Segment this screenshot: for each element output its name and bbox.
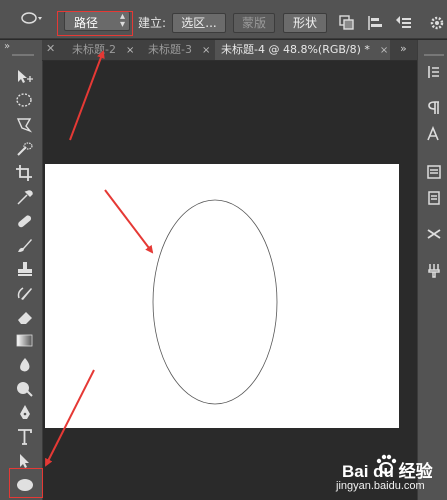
eraser-tool-icon[interactable] [15,308,35,326]
watermark-brand: Bai du 经验 [342,462,433,481]
gradient-tool-icon[interactable] [15,332,35,350]
quick-selection-tool-icon[interactable] [15,140,35,158]
ellipse-tool-highlight [9,468,43,498]
healing-brush-tool-icon[interactable] [15,212,35,230]
crop-tool-icon[interactable] [15,164,35,182]
lasso-tool-icon[interactable] [15,116,35,134]
panel-collapse-toggle[interactable]: » [4,41,10,52]
brush-tool-icon[interactable] [15,236,35,254]
history-panel-icon[interactable] [426,64,442,80]
tools-panel: » [0,40,43,500]
move-tool-icon[interactable] [15,68,35,86]
mode-select-highlight [57,11,133,36]
path-alignment-icon[interactable] [366,14,384,32]
path-operations-icon[interactable] [338,14,356,32]
dodge-tool-icon[interactable] [15,380,35,398]
paragraph-panel-icon[interactable] [426,100,442,116]
close-icon[interactable]: × [380,45,388,56]
tab-label: 未标题-3 [148,43,192,56]
properties-panel-icon[interactable] [426,164,442,180]
eyedropper-tool-icon[interactable] [15,188,35,206]
notes-panel-icon[interactable] [426,190,442,206]
more-tabs-icon[interactable]: » [400,42,407,55]
watermark-url: jingyan.baidu.com [336,480,425,492]
tab-label: 未标题-2 [72,43,116,56]
close-icon[interactable]: × [126,45,134,56]
baidu-watermark: Bai du 经验 jingyan.baidu.com [330,454,447,500]
tab-untitled-3[interactable]: 未标题-3 × [138,40,226,60]
character-panel-icon[interactable] [426,126,442,142]
blur-tool-icon[interactable] [15,356,35,374]
pen-tool-icon[interactable] [15,404,35,422]
history-brush-tool-icon[interactable] [15,284,35,302]
elliptical-marquee-tool-icon[interactable] [15,92,35,110]
document-tabs: ✕ 未标题-2 × 未标题-3 × 未标题-4 @ 48.8%(RGB/8) * × … [42,40,417,61]
clone-stamp-tool-icon[interactable] [15,260,35,278]
build-label: 建立: [138,16,167,30]
selection-button[interactable]: 选区... [172,13,226,33]
brush-presets-icon[interactable] [426,262,442,278]
type-tool-icon[interactable] [15,428,35,446]
tab-label: 未标题-4 @ 48.8%(RGB/8) * [221,43,370,56]
close-icon[interactable]: × [202,45,210,56]
shape-button[interactable]: 形状 [283,13,327,33]
gear-icon[interactable] [428,14,446,32]
tab-untitled-4[interactable]: 未标题-4 @ 48.8%(RGB/8) * × [215,40,390,60]
ellipse-path [152,199,278,405]
path-arrangement-icon[interactable] [394,14,412,32]
tool-presets-icon[interactable] [426,226,442,242]
panel-grip[interactable] [12,54,34,56]
panel-grip[interactable] [424,54,444,56]
mask-button[interactable]: 蒙版 [233,13,275,33]
document-canvas[interactable] [45,164,399,428]
ellipse-tool-preset-icon[interactable] [20,11,44,25]
right-panel-dock [417,40,447,500]
tabs-left-handle: ✕ [46,42,56,55]
